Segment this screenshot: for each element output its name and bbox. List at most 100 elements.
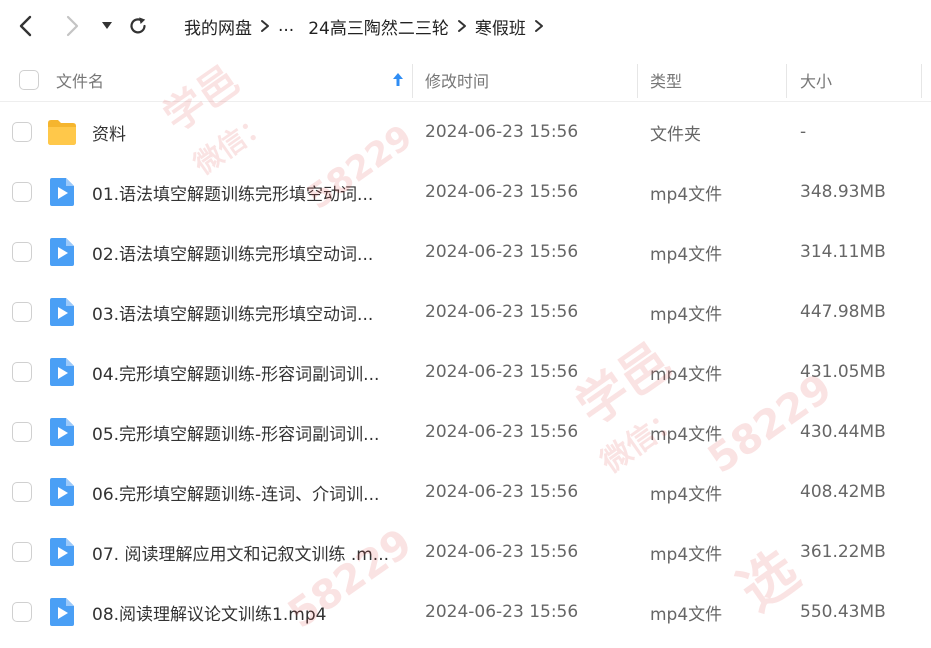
file-type: mp4文件 [650,604,723,625]
row-checkbox[interactable] [12,542,32,562]
back-button[interactable] [12,12,40,40]
file-type: mp4文件 [650,544,723,565]
refresh-button[interactable] [124,12,152,40]
row-checkbox-cell [12,162,34,222]
file-name[interactable]: 08.阅读理解议论文训练1.mp4 [92,582,404,642]
table-row[interactable]: 06.完形填空解题训练-连词、介词训... 2024-06-23 15:56 m… [0,462,931,522]
breadcrumb-item-current[interactable]: 寒假班 [475,14,526,39]
row-checkbox-cell [12,222,34,282]
file-size: 550.43MB [800,602,886,622]
chevron-right-icon [252,19,278,33]
file-type: mp4文件 [650,484,723,505]
file-name[interactable]: 资料 [92,102,404,162]
file-size: 314.11MB [800,242,886,262]
row-checkbox-cell [12,282,34,342]
file-type: mp4文件 [650,184,723,205]
column-header-modified[interactable]: 修改时间 [425,58,635,102]
file-name[interactable]: 02.语法填空解题训练完形填空动词... [92,222,404,282]
breadcrumb: 我的网盘 ... 24高三陶然二三轮 寒假班 [184,12,552,40]
refresh-icon [130,17,146,34]
row-checkbox[interactable] [12,362,32,382]
row-icon-cell [45,462,79,522]
row-checkbox[interactable] [12,482,32,502]
video-file-icon [50,478,74,506]
video-file-icon [50,178,74,206]
breadcrumb-item-ellipsis[interactable]: ... [278,16,294,36]
chevron-right-icon [526,19,552,33]
column-divider[interactable] [412,64,413,98]
table-row[interactable]: 05.完形填空解题训练-形容词副词训... 2024-06-23 15:56 m… [0,402,931,462]
file-name[interactable]: 03.语法填空解题训练完形填空动词... [92,282,404,342]
breadcrumb-item-course[interactable]: 24高三陶然二三轮 [308,14,449,39]
file-modified: 2024-06-23 15:56 [425,182,579,202]
column-header-name-label: 文件名 [56,72,105,91]
video-file-icon [50,238,74,266]
row-checkbox-cell [12,342,34,402]
file-size: - [800,122,807,142]
row-checkbox[interactable] [12,422,32,442]
chevron-right-icon [66,15,79,37]
video-file-icon [50,298,74,326]
row-checkbox[interactable] [12,182,32,202]
file-type: mp4文件 [650,244,723,265]
video-file-icon [50,418,74,446]
select-all-cell [19,58,43,102]
file-size: 430.44MB [800,422,886,442]
column-header-size-label: 大小 [800,72,833,91]
table-row[interactable]: 02.语法填空解题训练完形填空动词... 2024-06-23 15:56 mp… [0,222,931,282]
file-modified: 2024-06-23 15:56 [425,122,579,142]
column-divider[interactable] [921,64,922,98]
video-file-icon [50,598,74,626]
row-icon-cell [45,222,79,282]
row-checkbox[interactable] [12,602,32,622]
folder-icon [48,120,76,145]
column-header-type-label: 类型 [650,72,683,91]
file-modified: 2024-06-23 15:56 [425,602,579,622]
file-name[interactable]: 04.完形填空解题训练-形容词副词训... [92,342,404,402]
file-modified: 2024-06-23 15:56 [425,542,579,562]
row-icon-cell [45,522,79,582]
history-dropdown-button[interactable] [98,12,116,40]
row-icon-cell [45,582,79,642]
row-icon-cell [45,402,79,462]
chevron-right-icon [449,19,475,33]
file-size: 348.93MB [800,182,886,202]
table-row[interactable]: 08.阅读理解议论文训练1.mp4 2024-06-23 15:56 mp4文件… [0,582,931,642]
column-header-name[interactable]: 文件名 [56,58,412,102]
forward-button[interactable] [58,12,86,40]
row-checkbox-cell [12,462,34,522]
row-checkbox[interactable] [12,302,32,322]
caret-down-icon [102,22,112,29]
column-header-type[interactable]: 类型 [650,58,784,102]
table-row[interactable]: 04.完形填空解题训练-形容词副词训... 2024-06-23 15:56 m… [0,342,931,402]
row-checkbox[interactable] [12,242,32,262]
row-icon-cell [45,282,79,342]
file-manager-window: 我的网盘 ... 24高三陶然二三轮 寒假班 文件名 修改时间 类型 大小 资料… [0,0,931,648]
select-all-checkbox[interactable] [19,70,39,90]
file-name[interactable]: 07. 阅读理解应用文和记叙文训练 .m... [92,522,404,582]
column-divider[interactable] [786,64,787,98]
table-row[interactable]: 01.语法填空解题训练完形填空动词... 2024-06-23 15:56 mp… [0,162,931,222]
navigation-bar: 我的网盘 ... 24高三陶然二三轮 寒假班 [0,0,931,52]
file-name[interactable]: 06.完形填空解题训练-连词、介词训... [92,462,404,522]
row-checkbox-cell [12,522,34,582]
column-divider[interactable] [637,64,638,98]
file-name[interactable]: 01.语法填空解题训练完形填空动词... [92,162,404,222]
chevron-left-icon [19,15,32,37]
file-modified: 2024-06-23 15:56 [425,482,579,502]
breadcrumb-item-my-drive[interactable]: 我的网盘 [184,14,252,39]
row-icon-cell [45,162,79,222]
row-icon-cell [45,342,79,402]
row-icon-cell [45,102,79,162]
table-row[interactable]: 03.语法填空解题训练完形填空动词... 2024-06-23 15:56 mp… [0,282,931,342]
file-type: mp4文件 [650,304,723,325]
table-row[interactable]: 资料 2024-06-23 15:56 文件夹 - [0,102,931,162]
file-modified: 2024-06-23 15:56 [425,302,579,322]
table-row[interactable]: 07. 阅读理解应用文和记叙文训练 .m... 2024-06-23 15:56… [0,522,931,582]
row-checkbox[interactable] [12,122,32,142]
row-checkbox-cell [12,582,34,642]
row-checkbox-cell [12,402,34,462]
file-name[interactable]: 05.完形填空解题训练-形容词副词训... [92,402,404,462]
column-header-size[interactable]: 大小 [800,58,920,102]
file-modified: 2024-06-23 15:56 [425,242,579,262]
